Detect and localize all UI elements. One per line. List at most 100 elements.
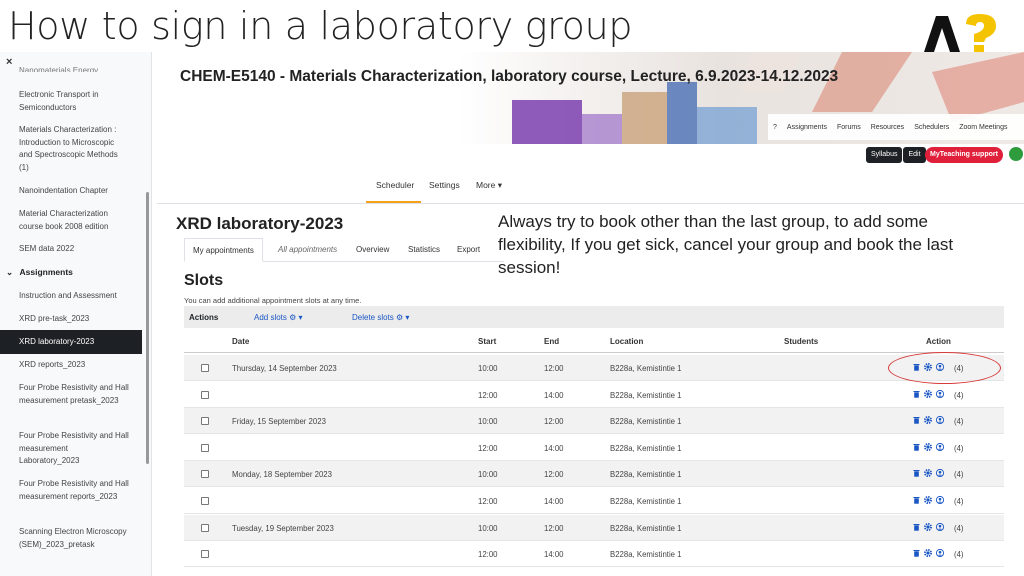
col-header-date[interactable]: Date bbox=[232, 337, 249, 346]
slot-location: B228a, Kemistintie 1 bbox=[610, 417, 682, 427]
sidebar-scrollbar[interactable] bbox=[146, 192, 149, 464]
nav-assignments[interactable]: Assignments bbox=[782, 124, 832, 131]
delete-slot-icon[interactable] bbox=[913, 523, 920, 531]
edit-slot-gear-icon[interactable] bbox=[924, 549, 932, 558]
syllabus-edit-group: Syllabus Edit bbox=[866, 147, 926, 163]
sidebar-item-electronic-transport[interactable]: Electronic Transport in Semiconductors bbox=[19, 89, 129, 114]
slot-start: 12:00 bbox=[478, 497, 498, 506]
sidebar-item-sem-pretask[interactable]: Scanning Electron Microscopy (SEM)_2023_… bbox=[19, 526, 129, 551]
slot-location: B228a, Kemistintie 1 bbox=[610, 443, 682, 453]
sidebar-item-four-probe-reports[interactable]: Four Probe Resistivity and Hall measurem… bbox=[19, 478, 129, 503]
active-tab-indicator bbox=[366, 201, 421, 203]
row-checkbox[interactable] bbox=[201, 550, 209, 559]
sidebar-item-xrd-laboratory[interactable]: XRD laboratory-2023 bbox=[0, 330, 142, 354]
nav-forums[interactable]: Forums bbox=[832, 124, 866, 131]
nav-schedulers[interactable]: Schedulers bbox=[909, 124, 954, 131]
col-header-students[interactable]: Students bbox=[784, 337, 818, 346]
slot-location: B228a, Kemistintie 1 bbox=[610, 470, 682, 480]
subnav-divider bbox=[157, 203, 1024, 204]
book-slot-user-icon[interactable] bbox=[936, 469, 944, 478]
book-slot-user-icon[interactable] bbox=[936, 522, 944, 531]
slot-location: B228a, Kemistintie 1 bbox=[610, 390, 682, 400]
slot-end: 14:00 bbox=[544, 497, 564, 506]
row-checkbox[interactable] bbox=[201, 497, 209, 505]
chevron-down-icon: ⌄ bbox=[6, 267, 14, 277]
edit-slot-gear-icon[interactable] bbox=[924, 442, 932, 451]
add-slots-menu[interactable]: Add slots ⚙ ▾ bbox=[254, 313, 303, 322]
sidebar-section-assignments[interactable]: ⌄ Assignments bbox=[6, 267, 73, 278]
row-checkbox[interactable] bbox=[201, 364, 209, 372]
row-checkbox[interactable] bbox=[201, 470, 209, 479]
delete-slot-icon[interactable] bbox=[913, 549, 920, 557]
edit-slot-gear-icon[interactable] bbox=[924, 496, 932, 504]
delete-slot-icon[interactable] bbox=[913, 390, 920, 398]
slot-end: 12:00 bbox=[544, 417, 564, 427]
col-header-action: Action bbox=[926, 337, 951, 346]
sidebar-item-four-probe-pretask[interactable]: Four Probe Resistivity and Hall measurem… bbox=[19, 382, 129, 407]
tab-statistics[interactable]: Statistics bbox=[400, 238, 448, 262]
slot-capacity: (4) bbox=[954, 443, 964, 453]
tab-all-appointments[interactable]: All appointments bbox=[270, 238, 345, 262]
delete-slots-menu[interactable]: Delete slots ⚙ ▾ bbox=[352, 313, 409, 322]
row-checkbox[interactable] bbox=[201, 443, 209, 452]
close-sidebar-icon[interactable]: × bbox=[6, 56, 12, 68]
tab-my-appointments[interactable]: My appointments bbox=[184, 238, 263, 262]
slot-end: 14:00 bbox=[544, 390, 564, 400]
actions-label: Actions bbox=[189, 313, 219, 322]
subnav-scheduler[interactable]: Scheduler bbox=[376, 180, 414, 190]
row-checkbox[interactable] bbox=[201, 523, 209, 532]
sidebar-item-sem-data[interactable]: SEM data 2022 bbox=[19, 243, 129, 256]
table-row: 12:00 14:00 B228a, Kemistintie 1 (4) bbox=[184, 435, 1004, 461]
book-slot-user-icon[interactable] bbox=[936, 549, 944, 558]
tab-export[interactable]: Export bbox=[449, 238, 488, 262]
subnav-settings[interactable]: Settings bbox=[429, 180, 460, 190]
table-row: Friday, 15 September 2023 10:00 12:00 B228a… bbox=[184, 408, 1004, 435]
edit-slot-gear-icon[interactable] bbox=[924, 522, 932, 531]
col-header-end[interactable]: End bbox=[544, 337, 559, 346]
sidebar-item-course-book[interactable]: Material Characterization course book 20… bbox=[19, 208, 129, 233]
sidebar-item-xrd-reports[interactable]: XRD reports_2023 bbox=[19, 359, 129, 372]
sidebar-item-xrd-pretask[interactable]: XRD pre-task_2023 bbox=[19, 313, 129, 326]
sidebar-item-materials-characterization[interactable]: Materials Characterization : Introductio… bbox=[19, 124, 129, 175]
slot-capacity: (4) bbox=[954, 470, 964, 480]
book-slot-user-icon[interactable] bbox=[936, 496, 944, 504]
tab-overview[interactable]: Overview bbox=[348, 238, 397, 262]
book-slot-user-icon[interactable] bbox=[936, 416, 944, 425]
edit-slot-gear-icon[interactable] bbox=[924, 469, 932, 478]
edit-button[interactable]: Edit bbox=[903, 147, 926, 163]
edit-slot-gear-icon[interactable] bbox=[924, 416, 932, 425]
table-row: 12:00 14:00 B228a, Kemistintie 1 (4) bbox=[184, 488, 1004, 514]
nav-zoom-meetings[interactable]: Zoom Meetings bbox=[954, 124, 1012, 131]
slot-capacity: (4) bbox=[954, 523, 964, 533]
help-link[interactable]: ? bbox=[768, 124, 782, 131]
delete-slot-icon[interactable] bbox=[913, 469, 920, 478]
edit-slot-gear-icon[interactable] bbox=[924, 389, 932, 398]
instruction-note: Always try to book other than the last g… bbox=[498, 212, 954, 277]
slot-start: 10:00 bbox=[478, 417, 498, 427]
slide-title: How to sign in a laboratory group bbox=[8, 4, 633, 48]
sidebar-item-instruction[interactable]: Instruction and Assessment bbox=[19, 290, 129, 303]
sidebar-item-four-probe-lab[interactable]: Four Probe Resistivity and Hall measurem… bbox=[19, 430, 129, 468]
col-header-start[interactable]: Start bbox=[478, 337, 496, 346]
nav-resources[interactable]: Resources bbox=[866, 124, 909, 131]
slot-end: 12:00 bbox=[544, 364, 564, 373]
sidebar-item-cut[interactable]: Nanomaterials Energy bbox=[19, 66, 119, 72]
myteaching-support-button[interactable]: MyTeaching support bbox=[925, 147, 1003, 163]
slot-date: Tuesday, 19 September 2023 bbox=[232, 523, 334, 533]
slots-description: You can add additional appointment slots… bbox=[184, 296, 362, 305]
slot-capacity: (4) bbox=[954, 417, 964, 427]
slot-capacity: (4) bbox=[954, 390, 964, 400]
delete-slot-icon[interactable] bbox=[913, 443, 920, 451]
slot-end: 14:00 bbox=[544, 443, 564, 453]
syllabus-button[interactable]: Syllabus bbox=[866, 147, 903, 163]
book-slot-user-icon[interactable] bbox=[936, 442, 944, 451]
col-header-location[interactable]: Location bbox=[610, 337, 643, 346]
delete-slot-icon[interactable] bbox=[913, 496, 920, 504]
delete-slot-icon[interactable] bbox=[913, 416, 920, 424]
globe-icon[interactable] bbox=[1009, 147, 1023, 161]
row-checkbox[interactable] bbox=[201, 390, 209, 399]
row-checkbox[interactable] bbox=[201, 417, 209, 426]
sidebar-item-nanoindentation[interactable]: Nanoindentation Chapter bbox=[19, 185, 129, 198]
subnav-more[interactable]: More ▾ bbox=[476, 180, 502, 191]
book-slot-user-icon[interactable] bbox=[936, 389, 944, 398]
